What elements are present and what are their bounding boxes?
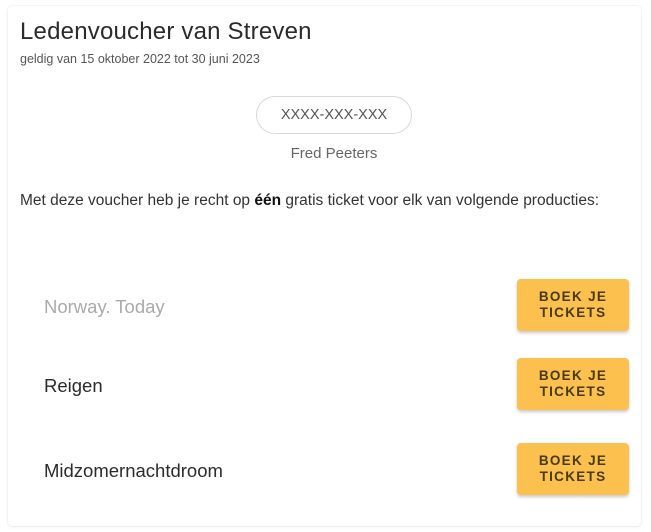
production-row: Midzomernachtdroom BOEK JE TICKETS — [44, 443, 629, 499]
production-row: Norway. Today BOEK JE TICKETS — [44, 279, 629, 335]
description-text-before: Met deze voucher heb je recht op — [20, 192, 255, 209]
book-tickets-button[interactable]: BOEK JE TICKETS — [517, 358, 629, 410]
description-bold-text: één — [254, 192, 282, 209]
book-tickets-button[interactable]: BOEK JE TICKETS — [517, 443, 629, 495]
voucher-holder-name: Fred Peeters — [290, 145, 378, 162]
production-name: Norway. Today — [44, 296, 165, 317]
production-name: Reigen — [44, 375, 103, 396]
voucher-title: Ledenvoucher van Streven — [20, 18, 312, 45]
voucher-code: XXXX-XXX-XXX — [280, 107, 388, 123]
production-name: Midzomernachtdroom — [44, 460, 223, 481]
validity-text: geldig van 15 oktober 2022 tot 30 juni 2… — [20, 52, 260, 66]
voucher-card: Ledenvoucher van Streven geldig van 15 o… — [8, 6, 641, 526]
voucher-description: Met deze voucher heb je recht op één gra… — [20, 187, 635, 215]
book-tickets-button[interactable]: BOEK JE TICKETS — [517, 279, 629, 331]
description-text-after: gratis ticket voor elk van volgende prod… — [281, 192, 600, 209]
voucher-code-pill: XXXX-XXX-XXX — [256, 96, 412, 134]
production-row: Reigen BOEK JE TICKETS — [44, 358, 629, 414]
